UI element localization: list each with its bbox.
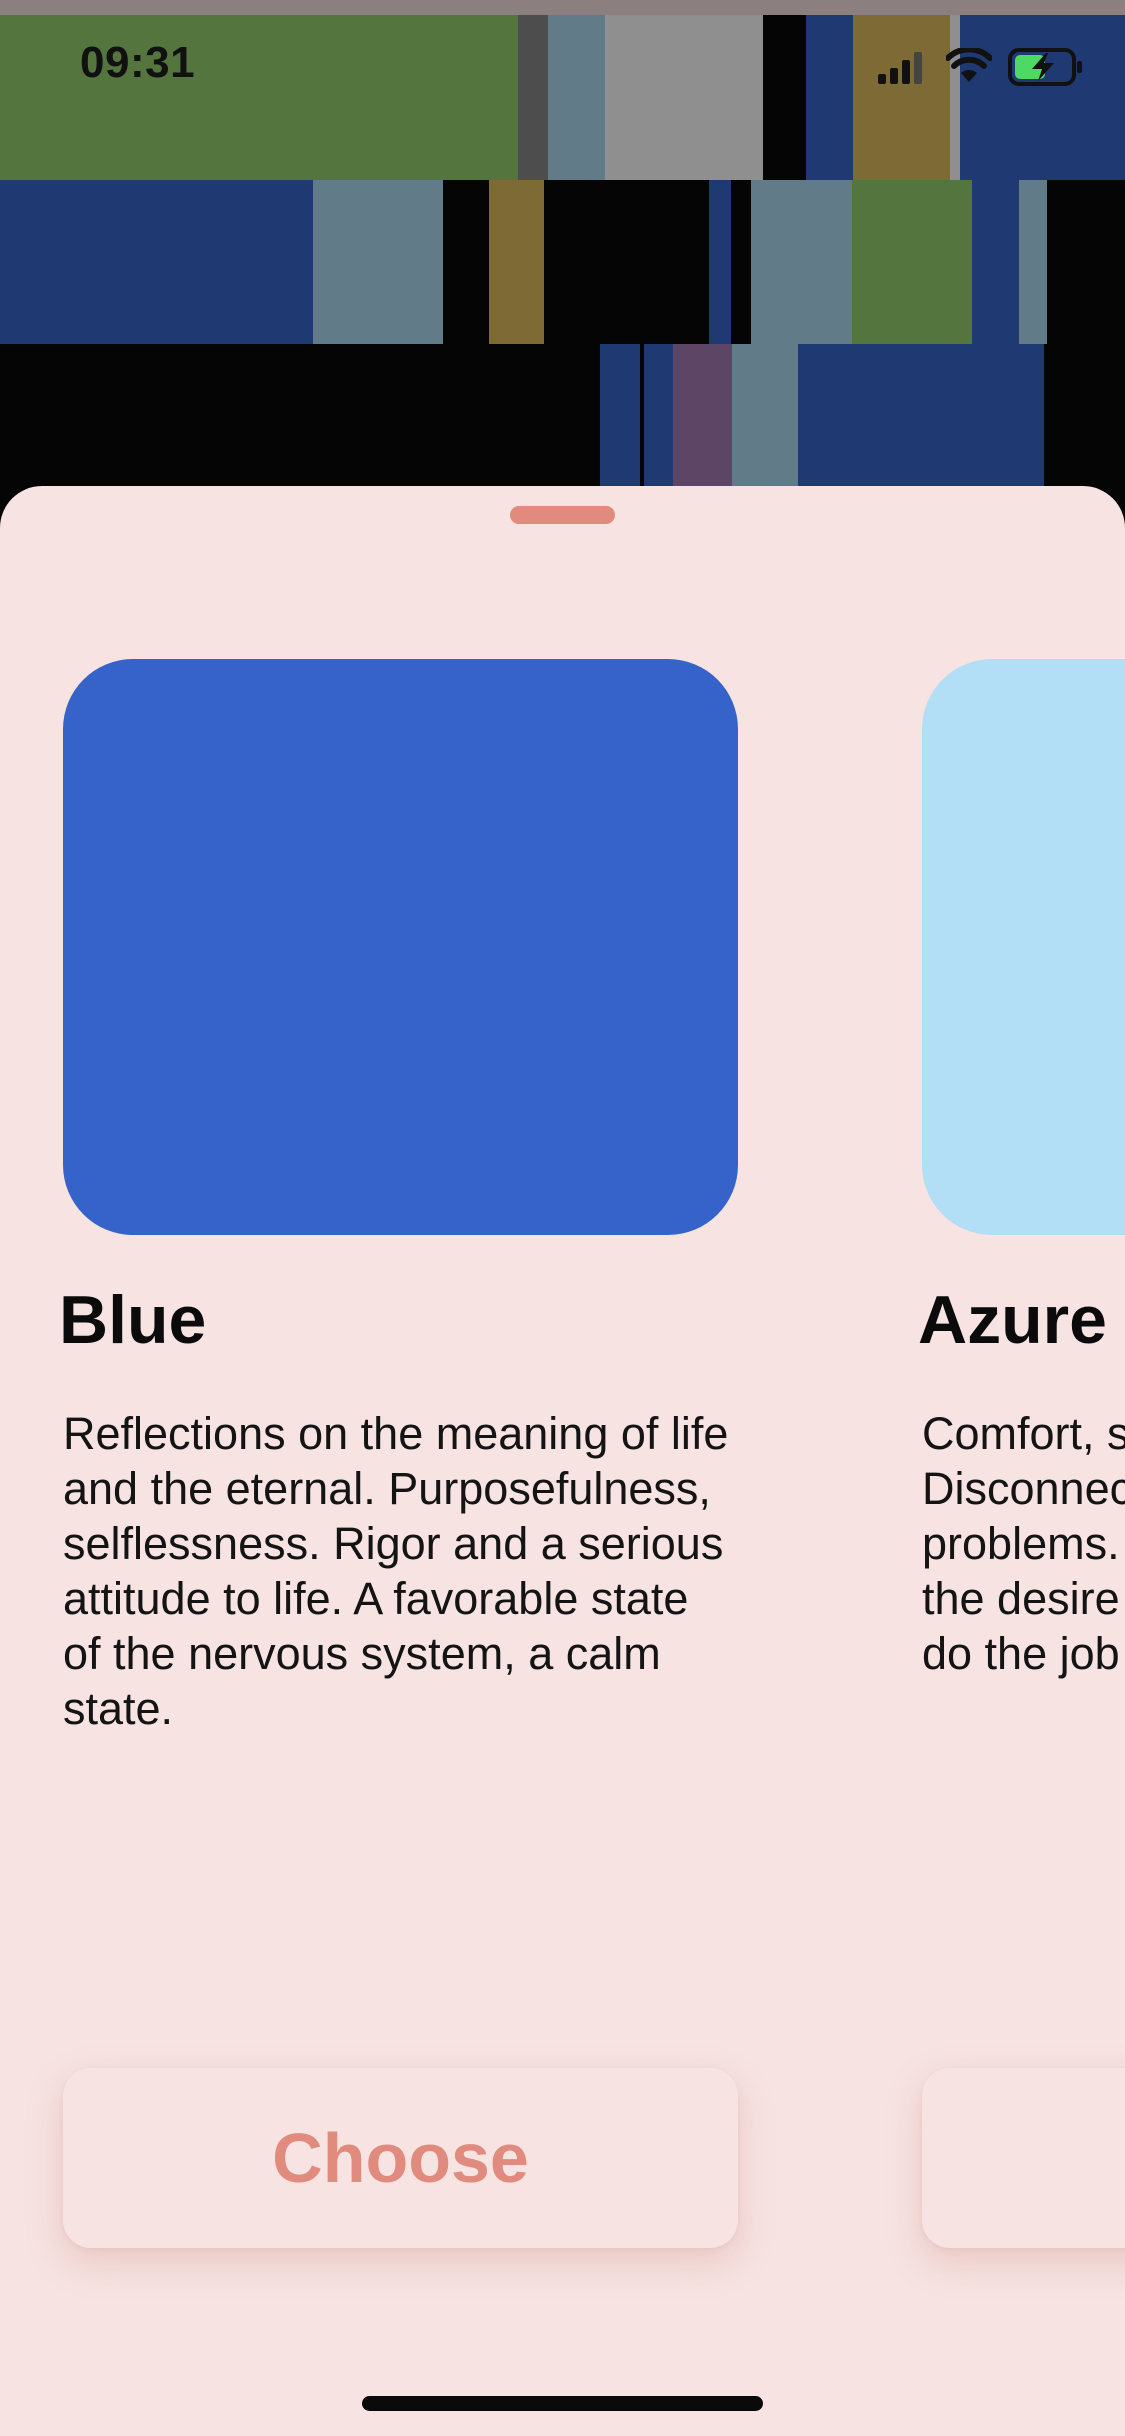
background-block [852,180,972,344]
background-block [763,15,806,180]
color-swatch [922,659,1125,1235]
background-block [731,180,751,344]
background-block [644,344,673,500]
background-block [489,180,544,344]
background-block [0,344,600,500]
status-icons [878,46,1088,88]
background-block [972,180,1019,344]
background-block [950,15,960,180]
choose-button[interactable] [922,2068,1125,2248]
background-block [313,180,443,344]
background-block [0,15,518,180]
color-name: Blue [59,1282,207,1358]
background-block [1019,180,1047,344]
signal-icon [878,50,928,84]
background-block [605,15,763,180]
background-block [732,344,798,500]
color-description: Reflections on the meaning of life and t… [63,1408,729,1734]
background-block [518,15,548,180]
background-block [853,15,950,180]
color-card-azure: Azure Comfort, s Disconnec problems. the… [918,486,1125,2436]
color-swatch [63,659,738,1235]
background-block [751,180,852,344]
background-block [544,180,709,344]
background-top-strip [0,0,1125,15]
background-block [1047,180,1125,344]
background-block [548,15,605,180]
color-name: Azure [918,1282,1107,1358]
battery-charging-icon [1008,48,1082,86]
wifi-icon [946,48,992,82]
background-block [600,344,640,500]
color-card-blue: Blue Reflections on the meaning of life … [59,486,738,2436]
background-block [806,15,853,180]
status-time: 09:31 [80,38,196,87]
color-picker-sheet: Blue Reflections on the meaning of life … [0,486,1125,2436]
screen: 09:31 Blue Reflections on the meaning of… [0,0,1125,2436]
background-block [1044,344,1125,500]
choose-button[interactable]: Choose [63,2068,738,2248]
background-block [0,180,313,344]
background-block [443,180,489,344]
background-block [673,344,732,500]
home-indicator [362,2396,763,2411]
color-description: Comfort, s Disconnec problems. the desir… [922,1408,1125,1679]
background-block [709,180,731,344]
background-block [798,344,1044,500]
background-block [960,15,1125,180]
